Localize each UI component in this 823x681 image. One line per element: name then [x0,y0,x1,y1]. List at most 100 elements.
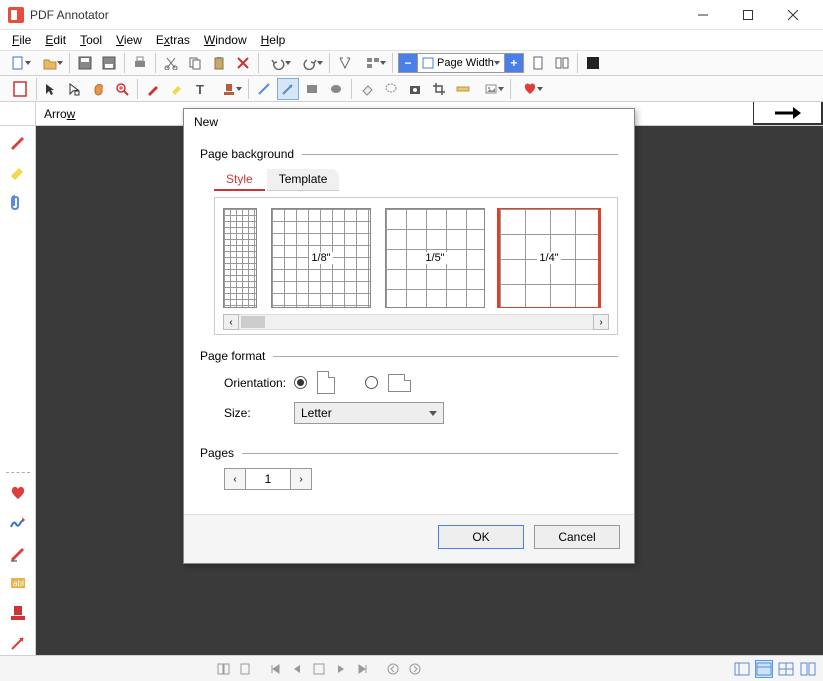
single-page-button[interactable] [527,52,549,74]
rect-tool[interactable] [301,78,323,100]
sb-last-page-icon[interactable] [354,660,372,678]
sb-back-icon[interactable] [384,660,402,678]
arrow-tool[interactable] [277,78,299,100]
lt-textbox-icon[interactable]: abI [6,571,30,595]
orientation-label: Orientation: [224,376,294,390]
style-option-fifth[interactable]: 1/5" [385,208,485,308]
pages-decrement-button[interactable]: ‹ [224,468,246,490]
menu-extras[interactable]: Extras [150,31,196,49]
maximize-button[interactable] [725,1,770,29]
open-button[interactable] [35,52,65,74]
page-tab-icon[interactable] [3,78,37,100]
minimize-button[interactable] [680,1,725,29]
sb-thumb1-icon[interactable] [214,660,232,678]
zoom-tool[interactable] [111,78,133,100]
redo-button[interactable] [295,52,325,74]
sb-prev-page-icon[interactable] [288,660,306,678]
orientation-landscape[interactable] [365,374,411,392]
text-tool[interactable]: T [190,78,212,100]
sb-thumb2-icon[interactable] [236,660,254,678]
ellipse-tool[interactable] [325,78,347,100]
pen-tool[interactable] [142,78,164,100]
menu-file[interactable]: File [6,31,37,49]
scroll-left-icon[interactable]: ‹ [223,314,239,330]
style-gallery-scrollbar[interactable]: ‹ › [223,314,609,330]
style-option-quarter[interactable]: 1/4" [499,208,599,308]
pages-value[interactable]: 1 [246,468,290,490]
radio-landscape-icon [365,376,378,389]
eraser-tool[interactable] [356,78,378,100]
sb-first-page-icon[interactable] [266,660,284,678]
sb-layout1-icon[interactable] [733,660,751,678]
snapshot-tool[interactable] [404,78,426,100]
menu-help[interactable]: Help [255,31,292,49]
delete-button[interactable] [232,52,254,74]
ok-button[interactable]: OK [438,525,524,549]
highlighter-tool[interactable] [166,78,188,100]
pages-increment-button[interactable]: › [290,468,312,490]
close-button[interactable] [770,1,815,29]
zoom-in-button[interactable]: + [505,54,523,72]
undo-button[interactable] [263,52,293,74]
sb-next-page-icon[interactable] [332,660,350,678]
line-tool[interactable] [253,78,275,100]
organize-button[interactable] [358,52,388,74]
style-option-fine-grid[interactable] [223,208,257,308]
two-page-button[interactable] [551,52,573,74]
scroll-right-icon[interactable]: › [593,314,609,330]
lt-arrow-red-icon[interactable] [6,631,30,655]
lt-highlighter-icon[interactable] [6,160,30,184]
menu-tool[interactable]: Tool [74,31,108,49]
menu-window[interactable]: Window [198,31,253,49]
cut-button[interactable] [160,52,182,74]
menubar: File Edit Tool View Extras Window Help [0,30,823,50]
portrait-page-icon [317,371,335,394]
copy-button[interactable] [184,52,206,74]
cursor-tool[interactable] [39,78,61,100]
sb-layout4-icon[interactable] [799,660,817,678]
new-doc-button[interactable] [3,52,33,74]
window-title: PDF Annotator [30,8,680,22]
lt-edit-pen-icon[interactable] [6,541,30,565]
style-option-eighth[interactable]: 1/8" [271,208,371,308]
zoom-out-button[interactable]: − [399,54,417,72]
find-button[interactable] [334,52,356,74]
tab-template[interactable]: Template [267,169,340,191]
sb-forward-icon[interactable] [406,660,424,678]
fullscreen-button[interactable] [582,52,604,74]
size-select[interactable]: Letter [294,402,444,424]
section-page-background-label: Page background [200,147,294,161]
image-tool[interactable] [476,78,506,100]
favorites-tool[interactable] [515,78,545,100]
lt-heart-icon[interactable] [6,481,30,505]
window-titlebar: PDF Annotator [0,0,823,30]
select-tool[interactable] [63,78,85,100]
sb-page-box-icon[interactable] [310,660,328,678]
dialog-title: New [184,109,634,135]
lt-signature-icon[interactable] [6,511,30,535]
crop-tool[interactable] [428,78,450,100]
lt-pen-icon[interactable] [6,130,30,154]
zoom-select[interactable]: Page Width [417,54,505,72]
lasso-tool[interactable] [380,78,402,100]
tool-row-left-cell [0,102,36,125]
save-as-button[interactable] [98,52,120,74]
lt-stamp-red-icon[interactable] [6,601,30,625]
sb-layout2-icon[interactable] [755,660,773,678]
print-button[interactable] [129,52,151,74]
landscape-page-icon [388,374,411,392]
sb-layout3-icon[interactable] [777,660,795,678]
menu-edit[interactable]: Edit [39,31,72,49]
svg-text:T: T [196,82,204,96]
cancel-button[interactable]: Cancel [534,525,620,549]
measure-tool[interactable] [452,78,474,100]
paste-button[interactable] [208,52,230,74]
tab-style[interactable]: Style [214,169,265,191]
menu-view[interactable]: View [110,31,148,49]
save-button[interactable] [74,52,96,74]
pan-tool[interactable] [87,78,109,100]
forward-arrow-button[interactable] [753,102,823,125]
orientation-portrait[interactable] [294,371,335,394]
lt-attachment-icon[interactable] [6,190,30,214]
stamp-tool[interactable] [214,78,244,100]
